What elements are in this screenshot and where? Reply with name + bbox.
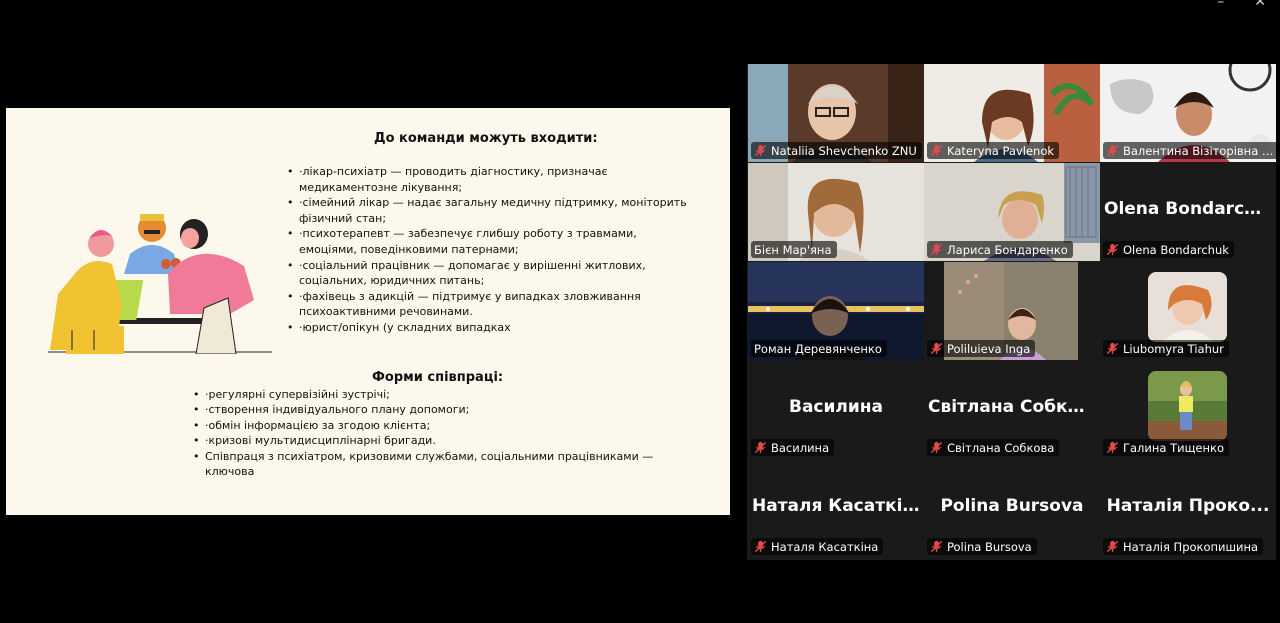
participant-tile[interactable]: Роман Деревянченко: [748, 262, 924, 360]
participant-name-label: Kateryna Pavlenok: [927, 142, 1060, 159]
participant-tile[interactable]: Валентина Візіторівна Б...: [1100, 64, 1276, 162]
participant-name-label: Nataliia Shevchenko ZNU: [751, 142, 922, 159]
participant-name-label: Роман Деревянченко: [751, 340, 887, 357]
participant-name: Лариса Бондаренко: [947, 242, 1068, 257]
list-item: Співпраця з психіатром, кризовими служба…: [193, 449, 693, 480]
participant-tile[interactable]: Poliluieva Inga: [924, 262, 1100, 360]
muted-mic-icon: [930, 243, 943, 256]
participant-name: Світлана Собкова: [947, 440, 1055, 455]
list-item: ·психотерапевт — забезпечує глибшу робот…: [287, 226, 687, 257]
slide-heading-team: До команди можуть входити:: [374, 131, 598, 146]
muted-mic-icon: [930, 441, 943, 454]
participant-gallery: Nataliia Shevchenko ZNU Kateryna Pavleno…: [747, 64, 1276, 560]
list-item: ·регулярні супервізійні зустрічі;: [193, 387, 693, 403]
muted-mic-icon: [1106, 342, 1119, 355]
participant-tile[interactable]: Liubomyra Tiahur: [1100, 262, 1276, 360]
muted-mic-icon: [1106, 144, 1119, 157]
participant-tile[interactable]: Olena Bondarch... Olena Bondarchuk: [1100, 163, 1276, 261]
participant-tile[interactable]: Polina Bursova Polina Bursova: [924, 460, 1100, 558]
team-members-list: ·лікар-психіатр — проводить діагностику,…: [287, 164, 687, 336]
muted-mic-icon: [754, 144, 767, 157]
muted-mic-icon: [754, 540, 767, 553]
list-item: ·сімейний лікар — надає загальну медичну…: [287, 195, 687, 226]
window-controls: – ✕: [1217, 0, 1266, 10]
participant-display-name: Polina Bursova: [940, 496, 1084, 516]
team-illustration: [48, 214, 272, 354]
participant-name: Наталія Прокопишина: [1123, 539, 1259, 554]
cooperation-forms-list: ·регулярні супервізійні зустрічі; ·створ…: [193, 387, 693, 479]
participant-name: Василина: [771, 440, 830, 455]
muted-mic-icon: [930, 540, 943, 553]
muted-mic-icon: [1106, 540, 1119, 553]
participant-name-label: Poliluieva Inga: [927, 340, 1036, 357]
participant-name-label: Olena Bondarchuk: [1103, 241, 1234, 258]
participant-tile[interactable]: Наталя Касаткі... Наталя Касаткіна: [748, 460, 924, 558]
participant-display-name: Світлана Собко...: [928, 397, 1099, 417]
participant-name-label: Polina Bursova: [927, 538, 1037, 555]
participant-avatar: [1148, 272, 1227, 342]
participant-tile[interactable]: Галина Тищенко: [1100, 361, 1276, 459]
participant-tile[interactable]: Лариса Бондаренко: [924, 163, 1100, 261]
participant-tile-active-speaker[interactable]: Бієн Мар'яна: [748, 163, 924, 261]
participant-name-label: Василина: [751, 439, 835, 456]
participant-display-name: Наталя Касаткі...: [752, 496, 922, 516]
list-item: ·кризові мультидисциплінарні бригади.: [193, 433, 693, 449]
close-icon[interactable]: ✕: [1254, 0, 1266, 10]
participant-name: Валентина Візіторівна Б...: [1123, 143, 1276, 158]
participant-name: Галина Тищенко: [1123, 440, 1225, 455]
participant-name: Kateryna Pavlenok: [947, 143, 1055, 158]
participant-name: Бієн Мар'яна: [754, 242, 832, 257]
participant-name: Olena Bondarchuk: [1123, 242, 1229, 257]
muted-mic-icon: [1106, 441, 1119, 454]
list-item: ·фахівець з адикцій — підтримує у випадк…: [287, 289, 687, 320]
participant-tile[interactable]: Kateryna Pavlenok: [924, 64, 1100, 162]
participant-name-label: Світлана Собкова: [927, 439, 1060, 456]
participant-tile[interactable]: Василина Василина: [748, 361, 924, 459]
participant-tile[interactable]: Світлана Собко... Світлана Собкова: [924, 361, 1100, 459]
muted-mic-icon: [754, 441, 767, 454]
participant-name-label: Liubomyra Tiahur: [1103, 340, 1229, 357]
list-item: ·створення індивідуального плану допомог…: [193, 402, 693, 418]
list-item: ·юрист/опікун (у складних випадках: [287, 320, 687, 336]
participant-name-label: Лариса Бондаренко: [927, 241, 1073, 258]
participant-name-label: Валентина Візіторівна Б...: [1103, 142, 1276, 159]
participant-name: Poliluieva Inga: [947, 341, 1031, 356]
list-item: ·соціальний працівник — допомагає у вирі…: [287, 258, 687, 289]
participant-name-label: Галина Тищенко: [1103, 439, 1230, 456]
participant-name: Наталя Касаткіна: [771, 539, 879, 554]
participant-name: Liubomyra Tiahur: [1123, 341, 1224, 356]
participant-name: Роман Деревянченко: [754, 341, 882, 356]
list-item: ·лікар-психіатр — проводить діагностику,…: [287, 164, 687, 195]
participant-display-name: Olena Bondarch...: [1104, 199, 1276, 219]
participant-display-name: Василина: [789, 397, 883, 417]
participant-name: Nataliia Shevchenko ZNU: [771, 143, 917, 158]
participant-name-label: Наталія Прокопишина: [1103, 538, 1264, 555]
participant-tile[interactable]: Наталія Проко... Наталія Прокопишина: [1100, 460, 1276, 558]
slide-heading-forms: Форми співпраці:: [372, 370, 504, 385]
list-item: ·обмін інформацією за згодою клієнта;: [193, 418, 693, 434]
participant-name: Polina Bursova: [947, 539, 1032, 554]
minimize-icon[interactable]: –: [1217, 0, 1224, 10]
participant-tile[interactable]: Nataliia Shevchenko ZNU: [748, 64, 924, 162]
muted-mic-icon: [930, 144, 943, 157]
participant-display-name: Наталія Проко...: [1106, 496, 1270, 516]
muted-mic-icon: [1106, 243, 1119, 256]
shared-slide: До команди можуть входити: ·лікар-психіа…: [6, 108, 730, 515]
participant-name-label: Бієн Мар'яна: [751, 241, 837, 258]
participant-name-label: Наталя Касаткіна: [751, 538, 884, 555]
muted-mic-icon: [930, 342, 943, 355]
participant-avatar: [1148, 371, 1227, 441]
